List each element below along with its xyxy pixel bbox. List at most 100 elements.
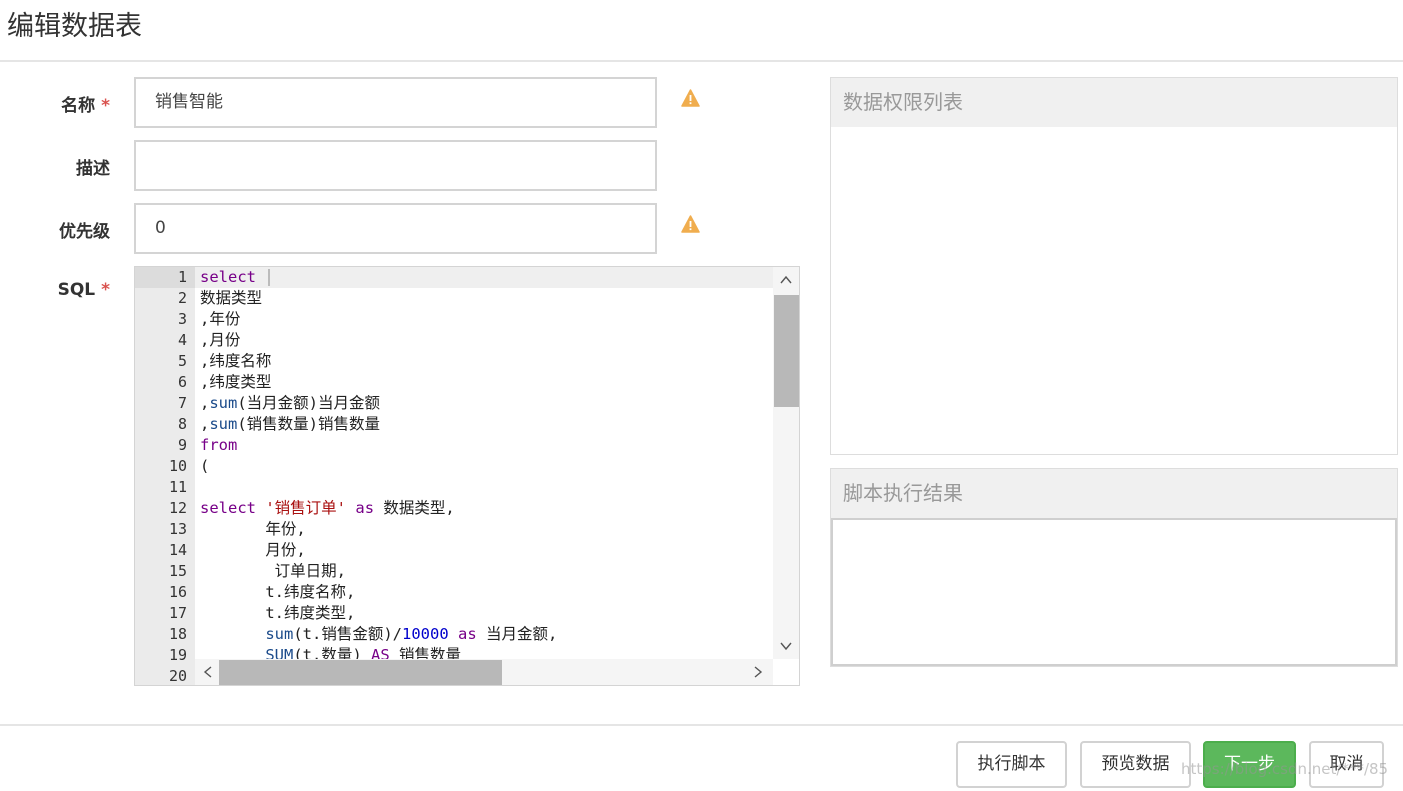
- code-token: 数据类型,: [374, 499, 455, 517]
- code-line[interactable]: select '销售订单' as 数据类型,: [195, 498, 773, 519]
- line-number: 3: [177, 310, 187, 328]
- code-token: ,: [200, 394, 210, 412]
- code-token: 数据类型: [200, 289, 263, 307]
- horizontal-scrollbar[interactable]: [195, 659, 773, 685]
- sql-required-mark: *: [101, 280, 110, 300]
- code-line[interactable]: ,年份: [195, 309, 773, 330]
- warning-icon: [681, 89, 700, 107]
- code-token: '销售订单': [265, 499, 347, 517]
- line-number: 13: [168, 520, 187, 538]
- code-token: 销售数量: [389, 646, 462, 659]
- code-token: ,年份: [200, 310, 241, 328]
- code-token: sum: [209, 394, 238, 412]
- line-number: 11: [168, 478, 187, 496]
- code-token: ,月份: [200, 331, 241, 349]
- result-panel-title: 脚本执行结果: [831, 469, 1397, 518]
- line-number: 7: [177, 394, 187, 412]
- code-line[interactable]: from: [195, 435, 773, 456]
- code-line[interactable]: select: [195, 267, 773, 288]
- permissions-panel: 数据权限列表: [830, 77, 1398, 455]
- code-token: SUM: [265, 646, 294, 659]
- line-number-gutter: 1 2 3 4 5 6 7 8 9 10 11 12 13 14 15 16 17 18 19 20: [135, 267, 195, 685]
- watermark-text: https://blog.csdn.net/***/85: [1181, 760, 1389, 778]
- code-line[interactable]: ,纬度类型: [195, 372, 773, 393]
- desc-label: 描述: [76, 159, 110, 179]
- text-cursor: [268, 269, 271, 286]
- code-line[interactable]: ,纬度名称: [195, 351, 773, 372]
- sql-code-area[interactable]: select 数据类型 ,年份 ,月份 ,纬度名称 ,纬度类型 ,sum(当月金额)当月金…: [195, 267, 773, 659]
- priority-label: 优先级: [59, 222, 110, 242]
- header-divider: [0, 60, 1403, 62]
- line-number: 6: [177, 373, 187, 391]
- vertical-scrollbar[interactable]: [773, 267, 799, 659]
- line-number: 18: [168, 625, 187, 643]
- code-line[interactable]: SUM(t.数量) AS 销售数量: [195, 645, 773, 659]
- code-token: (销售数量)销售数量: [237, 415, 381, 433]
- code-token: (t.销售金额)/: [293, 625, 402, 643]
- code-token: as: [458, 625, 477, 643]
- code-token: 月份,: [200, 541, 306, 559]
- sql-label-text: SQL: [57, 280, 96, 300]
- code-line[interactable]: t.纬度名称,: [195, 582, 773, 603]
- line-number: 9: [177, 436, 187, 454]
- sql-editor[interactable]: 1 2 3 4 5 6 7 8 9 10 11 12 13 14 15 16 17 18 19 20 select 数…: [134, 266, 800, 686]
- footer-divider: [0, 724, 1403, 726]
- code-token: (当月金额)当月金额: [237, 394, 381, 412]
- vertical-scroll-thumb[interactable]: [774, 295, 799, 407]
- scrollbar-corner: [773, 659, 799, 685]
- code-token: (t.数量): [293, 646, 371, 659]
- line-number: 15: [168, 562, 187, 580]
- code-token: ,纬度类型: [200, 373, 272, 391]
- run-script-button[interactable]: 执行脚本: [956, 741, 1067, 788]
- line-number: 12: [168, 499, 187, 517]
- chevron-right-icon[interactable]: [751, 665, 765, 679]
- preview-data-button[interactable]: 预览数据: [1080, 741, 1191, 788]
- code-line[interactable]: [195, 477, 773, 498]
- chevron-left-icon[interactable]: [201, 665, 215, 679]
- code-token: select: [200, 499, 256, 517]
- line-number: 14: [168, 541, 187, 559]
- sql-label: SQL *: [0, 280, 110, 300]
- code-token: (: [200, 457, 210, 475]
- chevron-down-icon[interactable]: [779, 639, 793, 653]
- code-line[interactable]: t.纬度类型,: [195, 603, 773, 624]
- code-line[interactable]: 月份,: [195, 540, 773, 561]
- line-number: 10: [168, 457, 187, 475]
- code-token: AS: [371, 646, 390, 659]
- code-line[interactable]: ,sum(当月金额)当月金额: [195, 393, 773, 414]
- line-number: 5: [177, 352, 187, 370]
- code-token: select: [200, 268, 256, 286]
- line-number: 4: [177, 331, 187, 349]
- code-token: sum: [209, 415, 238, 433]
- line-number: 17: [168, 604, 187, 622]
- code-line[interactable]: ,月份: [195, 330, 773, 351]
- code-line[interactable]: (: [195, 456, 773, 477]
- code-token: 10000: [402, 625, 449, 643]
- code-line[interactable]: 数据类型: [195, 288, 773, 309]
- code-token: 当月金额,: [476, 625, 558, 643]
- code-line[interactable]: ,sum(销售数量)销售数量: [195, 414, 773, 435]
- result-panel: 脚本执行结果: [830, 468, 1398, 667]
- line-number: 16: [168, 583, 187, 601]
- code-token: 订单日期,: [200, 562, 346, 580]
- desc-input[interactable]: [134, 140, 657, 191]
- name-label: 名称 *: [0, 91, 110, 116]
- horizontal-scroll-thumb[interactable]: [219, 660, 502, 685]
- page-title: 编辑数据表: [7, 11, 142, 42]
- chevron-up-icon[interactable]: [779, 273, 793, 287]
- line-number: 20: [168, 667, 187, 685]
- code-line[interactable]: 订单日期,: [195, 561, 773, 582]
- code-line[interactable]: sum(t.销售金额)/10000 as 当月金额,: [195, 624, 773, 645]
- permissions-list: [831, 127, 1397, 454]
- name-input[interactable]: 销售智能: [134, 77, 657, 128]
- code-line[interactable]: 年份,: [195, 519, 773, 540]
- name-required-mark: *: [101, 96, 110, 116]
- line-number: 1: [135, 267, 195, 288]
- code-token: from: [200, 436, 238, 454]
- priority-input[interactable]: 0: [134, 203, 657, 254]
